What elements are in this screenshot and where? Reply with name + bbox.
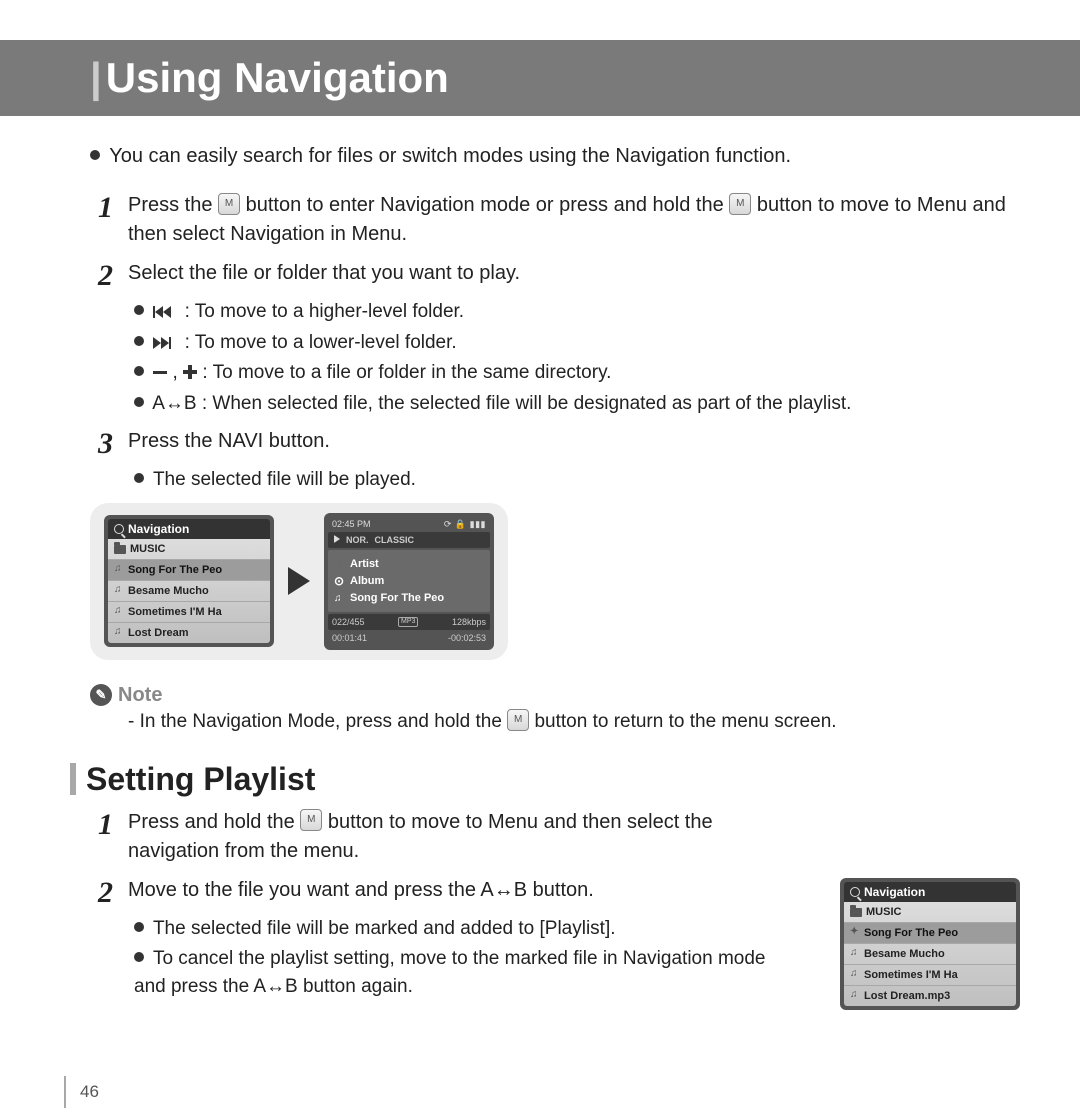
page-number: 46 xyxy=(80,1082,99,1102)
note-text: - In the Navigation Mode, press and hold… xyxy=(128,711,1080,733)
music-note-icon xyxy=(114,628,124,638)
note-badge-icon: ✎ xyxy=(90,684,112,706)
playlist-step-1: 1 Press and hold the M button to move to… xyxy=(98,808,790,866)
m-button-icon: M xyxy=(218,193,240,215)
m-button-icon: M xyxy=(300,809,322,831)
rewind-icon xyxy=(153,306,179,318)
playlist-step-2: 2 Move to the file you want and press th… xyxy=(98,876,790,909)
music-note-icon xyxy=(114,565,124,575)
song-icon xyxy=(334,592,346,604)
device-now-playing: 02:45 PM⟳ 🔒 ▮▮▮ NOR.CLASSIC Artist Album… xyxy=(324,513,494,650)
folder-icon xyxy=(850,908,862,917)
device-navigation-list: Navigation MUSIC Song For The Peo Besame… xyxy=(104,515,274,647)
fast-forward-icon xyxy=(153,337,179,349)
demo-screenshots: Navigation MUSIC Song For The Peo Besame… xyxy=(90,503,508,660)
page-divider xyxy=(64,1076,66,1108)
playlist-step-2-subitems: The selected file will be marked and add… xyxy=(134,915,790,1001)
step-2: 2 Select the file or folder that you wan… xyxy=(98,259,1010,292)
minus-icon xyxy=(153,371,167,374)
music-note-icon xyxy=(114,586,124,596)
folder-icon xyxy=(114,545,126,554)
music-note-icon xyxy=(850,970,860,980)
note-heading: ✎ Note xyxy=(90,684,1080,707)
playlist-mark-icon xyxy=(850,928,860,938)
search-icon xyxy=(850,887,860,897)
step-3: 3 Press the NAVI button. xyxy=(98,427,1010,460)
plus-icon xyxy=(183,365,197,379)
search-icon xyxy=(114,524,124,534)
intro-text: You can easily search for files or switc… xyxy=(90,142,1010,171)
step-1: 1 Press the M button to enter Navigation… xyxy=(98,191,1010,249)
m-button-icon: M xyxy=(507,709,529,731)
page-title: |Using Navigation xyxy=(0,40,1080,116)
album-icon xyxy=(334,574,346,588)
device-playlist-navigation: Navigation MUSIC Song For The Peo Besame… xyxy=(840,878,1020,1010)
arrow-right-icon xyxy=(288,567,310,595)
step-3-subitems: The selected file will be played. xyxy=(134,466,1010,494)
music-note-icon xyxy=(850,991,860,1001)
step-2-subitems: : To move to a higher-level folder. : To… xyxy=(134,298,1010,417)
m-button-icon: M xyxy=(729,193,751,215)
play-icon xyxy=(334,535,340,543)
sub-heading: Setting Playlist xyxy=(70,761,1080,798)
music-note-icon xyxy=(114,607,124,617)
music-note-icon xyxy=(850,949,860,959)
artist-icon xyxy=(334,558,346,570)
